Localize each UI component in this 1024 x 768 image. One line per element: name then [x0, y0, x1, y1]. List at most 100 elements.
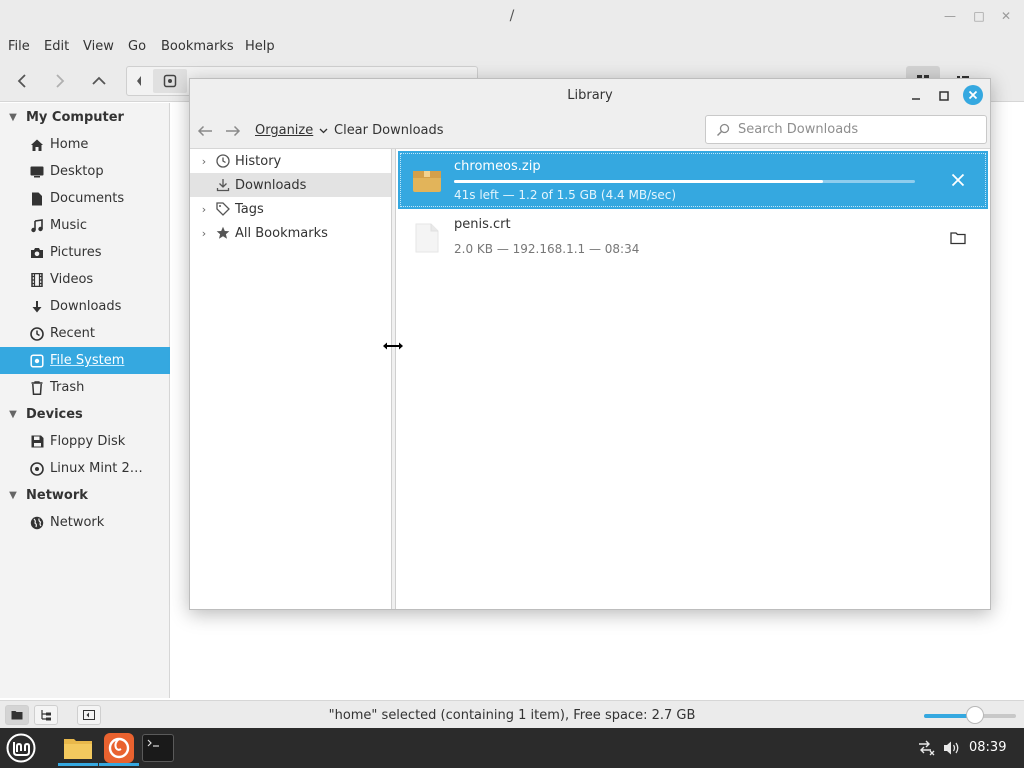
folder-app-icon: [64, 739, 92, 759]
collapse-caret-icon: ▼: [9, 409, 17, 420]
clock-icon: [215, 154, 231, 168]
terminal-icon: [142, 734, 174, 762]
search-input[interactable]: [738, 122, 978, 137]
sidebar-item-network[interactable]: Network: [0, 509, 170, 536]
chevron-down-icon: [319, 128, 328, 134]
clock[interactable]: 08:39: [969, 740, 1006, 755]
maximize-icon[interactable]: [936, 88, 952, 104]
minimize-icon[interactable]: —: [943, 9, 957, 23]
forward-button[interactable]: [47, 68, 73, 94]
cancel-icon: [951, 173, 965, 187]
menu-go[interactable]: Go: [128, 39, 146, 54]
organize-menu-button[interactable]: Organize: [255, 123, 328, 138]
music-icon: [29, 218, 45, 233]
documents-icon: [29, 192, 45, 206]
back-button[interactable]: [9, 68, 35, 94]
minimize-icon[interactable]: [908, 88, 924, 104]
menu-view[interactable]: View: [83, 39, 114, 54]
menu-file[interactable]: File: [8, 39, 30, 54]
places-sidebar: ▼ My Computer Home Desktop Documents Mus…: [0, 103, 170, 698]
sidebar-item-pictures[interactable]: Pictures: [0, 239, 170, 266]
maximize-icon[interactable]: □: [972, 9, 986, 23]
sidebar-item-music[interactable]: Music: [0, 212, 170, 239]
tree-item-label: All Bookmarks: [235, 225, 328, 241]
download-item-chromeos[interactable]: chromeos.zip 41s left — 1.2 of 1.5 GB (4…: [398, 151, 988, 209]
sidebar-item-floppy-disk[interactable]: Floppy Disk: [0, 428, 170, 455]
search-icon: [716, 123, 732, 137]
menu-bookmarks[interactable]: Bookmarks: [161, 39, 234, 54]
menu-edit[interactable]: Edit: [44, 39, 69, 54]
search-downloads-field[interactable]: [705, 115, 987, 144]
section-label: My Computer: [26, 110, 124, 125]
path-root-button[interactable]: [153, 69, 187, 93]
status-bar: "home" selected (containing 1 item), Fre…: [0, 700, 1024, 728]
floppy-icon: [29, 435, 45, 448]
download-icon: [215, 178, 231, 192]
sidebar-item-videos[interactable]: Videos: [0, 266, 170, 293]
library-title-bar: Library: [190, 79, 990, 113]
desktop-icon: [29, 166, 45, 178]
sidebar-item-desktop[interactable]: Desktop: [0, 158, 170, 185]
tree-item-label: Downloads: [235, 177, 307, 193]
sidebar-section-my-computer[interactable]: ▼ My Computer: [0, 104, 170, 131]
forward-arrow-icon[interactable]: [223, 121, 243, 141]
tree-item-tags[interactable]: › Tags: [190, 197, 391, 221]
collapse-caret-icon: ▼: [9, 112, 17, 123]
linux-mint-logo-icon: [6, 733, 36, 763]
up-button[interactable]: [86, 68, 112, 94]
library-window: Library Organize Clear Downloads Search …: [189, 78, 991, 610]
collapse-caret-icon: ▼: [9, 490, 17, 501]
mint-menu-button[interactable]: [6, 733, 36, 763]
download-filename: chromeos.zip: [454, 159, 541, 174]
taskbar-files-app[interactable]: [58, 730, 98, 766]
back-arrow-icon[interactable]: [195, 121, 215, 141]
download-item-penis-crt[interactable]: penis.crt 2.0 KB — 192.168.1.1 — 08:34: [398, 209, 988, 267]
sidebar-item-file-system[interactable]: File System: [0, 347, 170, 374]
network-disconnected-icon[interactable]: [917, 740, 935, 756]
sidebar-item-documents[interactable]: Documents: [0, 185, 170, 212]
film-icon: [29, 272, 45, 287]
download-status: 2.0 KB — 192.168.1.1 — 08:34: [454, 242, 640, 256]
tree-item-label: Tags: [235, 201, 264, 217]
expand-arrow-icon[interactable]: ›: [198, 155, 210, 168]
sidebar-item-recent[interactable]: Recent: [0, 320, 170, 347]
home-icon: [29, 138, 45, 152]
download-arrow-icon: [29, 300, 45, 314]
trash-icon: [29, 380, 45, 395]
title-bar: / — □ ✕: [0, 0, 1024, 34]
drive-icon: [29, 353, 45, 368]
tree-item-downloads[interactable]: Downloads: [190, 173, 391, 197]
camera-icon: [29, 247, 45, 259]
taskbar-terminal-app[interactable]: [138, 730, 178, 766]
drive-icon: [163, 74, 177, 88]
close-icon[interactable]: [963, 85, 983, 105]
status-text: "home" selected (containing 1 item), Fre…: [328, 708, 696, 723]
sidebar-item-downloads[interactable]: Downloads: [0, 293, 170, 320]
taskbar-firefox-app[interactable]: [99, 730, 139, 766]
tree-item-history[interactable]: › History: [190, 149, 391, 173]
sidebar-item-home[interactable]: Home: [0, 131, 170, 158]
window-title: /: [509, 8, 515, 24]
sidebar-item-linux-mint[interactable]: Linux Mint 2…: [0, 455, 170, 482]
globe-icon: [29, 516, 45, 530]
clear-downloads-button[interactable]: Clear Downloads: [334, 123, 444, 138]
download-status: 41s left — 1.2 of 1.5 GB (4.4 MB/sec): [454, 188, 677, 202]
file-icon: [412, 223, 442, 253]
cancel-download-button[interactable]: [946, 168, 970, 192]
open-containing-folder-button[interactable]: [946, 226, 970, 250]
resize-cursor-icon: [383, 342, 403, 350]
volume-icon[interactable]: [943, 740, 961, 756]
tag-icon: [215, 202, 231, 216]
sidebar-section-devices[interactable]: ▼ Devices: [0, 401, 170, 428]
expand-arrow-icon[interactable]: ›: [198, 203, 210, 216]
sidebar-item-trash[interactable]: Trash: [0, 374, 170, 401]
expand-arrow-icon[interactable]: ›: [198, 227, 210, 240]
taskbar: 08:39: [0, 728, 1024, 768]
zoom-slider-handle[interactable]: [965, 706, 984, 724]
tree-item-all-bookmarks[interactable]: › All Bookmarks: [190, 221, 391, 245]
sidebar-section-network[interactable]: ▼ Network: [0, 482, 170, 509]
menu-help[interactable]: Help: [245, 39, 275, 54]
close-icon[interactable]: ✕: [999, 9, 1013, 23]
library-title: Library: [567, 88, 613, 103]
downloads-list: chromeos.zip 41s left — 1.2 of 1.5 GB (4…: [396, 149, 990, 609]
